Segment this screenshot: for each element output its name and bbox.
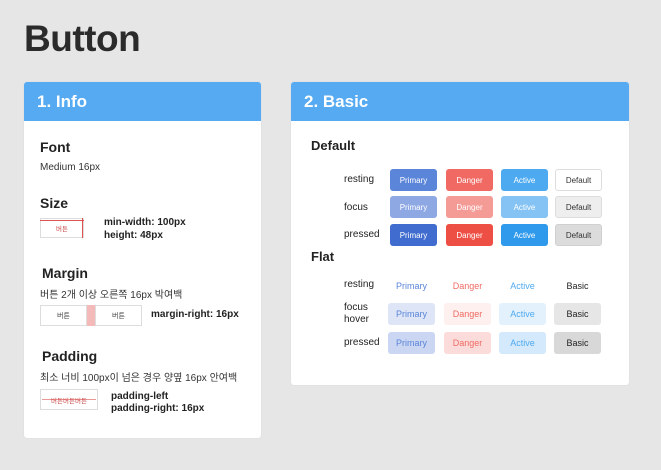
margin-demo-right-label: 버튼 [112,312,125,320]
padding-guide-line [42,399,96,400]
info-card-header: 1. Info [24,82,261,121]
page-title: Button [24,18,141,59]
flat-resting-basic-button[interactable]: Basic [554,275,601,297]
default-resting-label: resting [344,174,375,185]
flat-pressed-active-button[interactable]: Active [499,332,546,354]
size-demo-label: 버튼 [56,226,68,233]
default-resting-active-button[interactable]: Active [501,169,548,191]
default-title: Default [311,138,356,153]
size-note-min-width: min-width: 100px [104,217,186,228]
padding-note-right: padding-right: 16px [111,403,205,414]
default-pressed-primary-button[interactable]: Primary [390,224,437,246]
margin-note: margin-right: 16px [151,309,239,320]
flat-pressed-basic-button[interactable]: Basic [554,332,601,354]
width-guide-line [40,220,84,221]
flat-resting-active-button[interactable]: Active [499,275,546,297]
flat-focus-label: focus [344,302,368,313]
flat-hover-label: hover [344,314,370,325]
padding-desc: 최소 너비 100px이 넘은 경우 양옆 16px 안여백 [40,373,238,384]
default-resting-default-button[interactable]: Default [555,169,602,191]
padding-note-left: padding-left [111,391,169,402]
flat-focus-primary-button[interactable]: Primary [388,303,435,325]
default-focus-primary-button[interactable]: Primary [390,196,437,218]
flat-focus-active-button[interactable]: Active [499,303,546,325]
default-focus-default-button[interactable]: Default [555,196,602,218]
font-title: Font [40,139,71,155]
size-note-height: height: 48px [104,230,163,241]
margin-title: Margin [42,265,88,281]
flat-resting-label: resting [344,279,375,290]
margin-demo-right-button: 버튼 [95,305,142,326]
default-resting-primary-button[interactable]: Primary [390,169,437,191]
basic-card-header: 2. Basic [291,82,629,121]
default-focus-danger-button[interactable]: Danger [446,196,493,218]
default-resting-danger-button[interactable]: Danger [446,169,493,191]
default-pressed-danger-button[interactable]: Danger [446,224,493,246]
size-title: Size [40,195,69,211]
flat-title: Flat [311,249,335,264]
default-pressed-default-button[interactable]: Default [555,224,602,246]
size-demo-button: 버튼 [40,218,84,238]
margin-demo-left-button: 버튼 [40,305,87,326]
margin-demo-left-label: 버튼 [57,312,70,320]
flat-resting-danger-button[interactable]: Danger [444,275,491,297]
flat-focus-basic-button[interactable]: Basic [554,303,601,325]
margin-desc: 버튼 2개 이상 오른쪽 16px 박여백 [40,290,183,301]
info-card: 1. Info Font Medium 16px Size 버튼 min-wid… [24,82,261,438]
flat-pressed-primary-button[interactable]: Primary [388,332,435,354]
margin-gap-marker [87,305,95,326]
flat-pressed-danger-button[interactable]: Danger [444,332,491,354]
flat-focus-danger-button[interactable]: Danger [444,303,491,325]
default-pressed-label: pressed [344,229,380,240]
flat-pressed-label: pressed [344,337,380,348]
flat-resting-primary-button[interactable]: Primary [388,275,435,297]
default-pressed-active-button[interactable]: Active [501,224,548,246]
default-focus-active-button[interactable]: Active [501,196,548,218]
padding-title: Padding [42,348,98,364]
height-guide-line [82,218,83,238]
basic-card: 2. Basic Default resting Primary Danger … [291,82,629,385]
font-value: Medium 16px [40,162,101,173]
default-focus-label: focus [344,202,368,213]
